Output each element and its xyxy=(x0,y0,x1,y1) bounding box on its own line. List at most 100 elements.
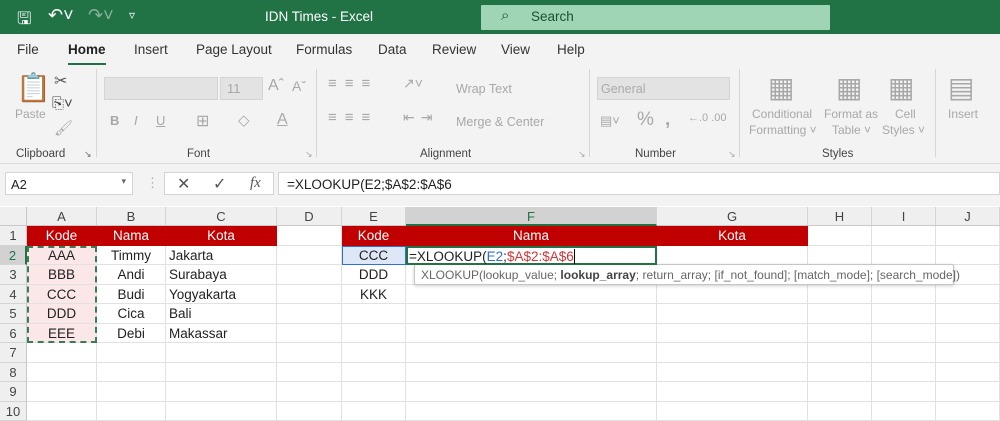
column-header-J[interactable]: J xyxy=(936,207,1000,226)
cell-G7[interactable] xyxy=(657,343,808,363)
undo-icon[interactable]: ↶˅ xyxy=(48,5,74,26)
row-header-4[interactable]: 4 xyxy=(0,285,27,305)
name-box[interactable]: A2▾ xyxy=(5,172,133,195)
font-launcher-icon[interactable]: ↘ xyxy=(305,149,313,160)
indent-icons[interactable]: ⇤⇥ xyxy=(403,109,438,126)
vertical-align-icons[interactable]: ≡≡≡ xyxy=(328,75,378,92)
cell-C7[interactable] xyxy=(166,343,277,363)
cut-icon[interactable]: ✂ xyxy=(54,71,67,91)
tab-review[interactable]: Review xyxy=(432,42,476,57)
cell-J9[interactable] xyxy=(936,382,1000,402)
cell-E7[interactable] xyxy=(342,343,406,363)
cell-I7[interactable] xyxy=(872,343,936,363)
cell-H4[interactable] xyxy=(808,285,872,305)
tab-help[interactable]: Help xyxy=(557,42,585,57)
cell-H10[interactable] xyxy=(808,402,872,421)
cell-G2[interactable] xyxy=(657,246,808,266)
cell-H6[interactable] xyxy=(808,324,872,344)
cell-E1[interactable]: Kode xyxy=(342,226,406,246)
orientation-icon[interactable]: ↗˅ xyxy=(403,75,423,92)
cell-B6[interactable]: Debi xyxy=(97,324,166,344)
cell-B10[interactable] xyxy=(97,402,166,421)
tooltip-current-arg[interactable]: lookup_array xyxy=(560,268,635,282)
cell-A3[interactable]: BBB xyxy=(27,265,97,285)
cell-D5[interactable] xyxy=(277,304,342,324)
tab-page-layout[interactable]: Page Layout xyxy=(196,42,272,57)
column-header-H[interactable]: H xyxy=(808,207,872,226)
cell-J5[interactable] xyxy=(936,304,1000,324)
format-as-table-label2[interactable]: Table ˅ xyxy=(832,123,871,137)
cell-A1[interactable]: Kode xyxy=(27,226,97,246)
copy-icon[interactable]: ⎘˅ xyxy=(52,95,73,112)
cell-J10[interactable] xyxy=(936,402,1000,421)
cell-B3[interactable]: Andi xyxy=(97,265,166,285)
cell-E10[interactable] xyxy=(342,402,406,421)
search-box[interactable]: ⌕ Search xyxy=(481,5,830,30)
cell-D2[interactable] xyxy=(277,246,342,266)
cell-B2[interactable]: Timmy xyxy=(97,246,166,266)
format-painter-icon[interactable]: 🖌 xyxy=(54,119,73,137)
cell-D7[interactable] xyxy=(277,343,342,363)
row-header-10[interactable]: 10 xyxy=(0,402,27,421)
cell-B7[interactable] xyxy=(97,343,166,363)
tab-view[interactable]: View xyxy=(501,42,530,57)
cell-I2[interactable] xyxy=(872,246,936,266)
cell-B8[interactable] xyxy=(97,363,166,383)
cell-C5[interactable]: Bali xyxy=(166,304,277,324)
underline-button[interactable]: U xyxy=(156,113,165,128)
cell-F6[interactable] xyxy=(406,324,657,344)
cell-C2[interactable]: Jakarta xyxy=(166,246,277,266)
cell-J1[interactable] xyxy=(936,226,1000,246)
comma-button[interactable]: , xyxy=(665,109,670,131)
cell-D4[interactable] xyxy=(277,285,342,305)
cell-styles-label2[interactable]: Styles ˅ xyxy=(882,123,925,137)
save-icon[interactable]: 🖫 xyxy=(17,6,31,35)
cell-I8[interactable] xyxy=(872,363,936,383)
column-header-G[interactable]: G xyxy=(657,207,808,226)
cell-H5[interactable] xyxy=(808,304,872,324)
conditional-formatting-icon[interactable]: ▦ xyxy=(768,71,794,104)
cell-G8[interactable] xyxy=(657,363,808,383)
cell-B1[interactable]: Nama xyxy=(97,226,166,246)
paste-button[interactable]: Paste xyxy=(15,107,46,121)
cell-I4[interactable] xyxy=(872,285,936,305)
cell-I6[interactable] xyxy=(872,324,936,344)
cell-I9[interactable] xyxy=(872,382,936,402)
row-header-9[interactable]: 9 xyxy=(0,382,27,402)
cell-C3[interactable]: Surabaya xyxy=(166,265,277,285)
row-header-7[interactable]: 7 xyxy=(0,343,27,363)
bold-button[interactable]: B xyxy=(110,113,119,128)
tab-home[interactable]: Home xyxy=(68,42,106,57)
tab-insert[interactable]: Insert xyxy=(134,42,168,57)
clipboard-launcher-icon[interactable]: ↘ xyxy=(84,149,92,160)
enter-icon[interactable]: ✓ xyxy=(213,174,226,194)
font-color-button[interactable]: A xyxy=(277,111,288,129)
merge-center-button[interactable]: Merge & Center xyxy=(456,115,544,129)
cell-styles-icon[interactable]: ▦ xyxy=(888,71,914,104)
number-launcher-icon[interactable]: ↘ xyxy=(728,149,736,160)
insert-function-icon[interactable]: fx xyxy=(250,175,261,192)
cell-J8[interactable] xyxy=(936,363,1000,383)
insert-cells-button[interactable]: Insert xyxy=(948,107,978,121)
cell-D3[interactable] xyxy=(277,265,342,285)
column-header-D[interactable]: D xyxy=(277,207,342,226)
fill-color-icon[interactable]: ◇ xyxy=(238,111,250,129)
row-header-1[interactable]: 1 xyxy=(0,226,27,246)
tab-file[interactable]: File xyxy=(17,42,39,57)
column-header-C[interactable]: C xyxy=(166,207,277,226)
cell-F1[interactable]: Nama xyxy=(406,226,657,246)
grow-font-icon[interactable]: Aˆ xyxy=(268,77,284,95)
cell-F2-editing[interactable]: =XLOOKUP(E2;$A$2:$A$6 xyxy=(406,246,657,266)
row-header-3[interactable]: 3 xyxy=(0,265,27,285)
cell-G5[interactable] xyxy=(657,304,808,324)
cell-F7[interactable] xyxy=(406,343,657,363)
cell-F8[interactable] xyxy=(406,363,657,383)
formula-input[interactable]: =XLOOKUP(E2;$A$2:$A$6 xyxy=(278,172,1000,195)
column-header-I[interactable]: I xyxy=(872,207,936,226)
cell-E9[interactable] xyxy=(342,382,406,402)
row-header-5[interactable]: 5 xyxy=(0,304,27,324)
horizontal-align-icons[interactable]: ≡≡≡ xyxy=(328,109,378,126)
tab-formulas[interactable]: Formulas xyxy=(296,42,352,57)
redo-icon[interactable]: ↷˅ xyxy=(88,5,114,26)
cell-E4[interactable]: KKK xyxy=(342,285,406,305)
